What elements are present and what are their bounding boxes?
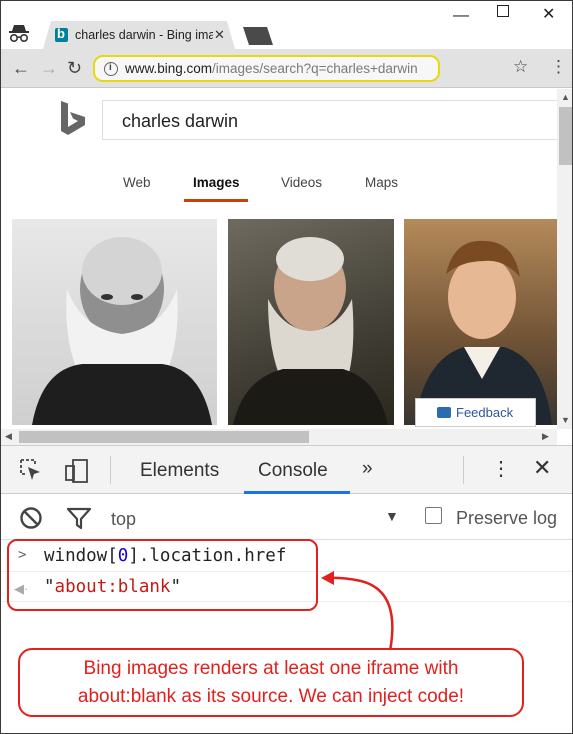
- bing-page: charles darwin Web Images Videos Maps Fe…: [1, 89, 557, 429]
- portrait-young-man-image: [414, 240, 552, 425]
- divider: [463, 456, 464, 484]
- reload-icon[interactable]: ↻: [67, 58, 82, 79]
- scroll-up-icon[interactable]: ▲: [561, 92, 570, 102]
- tab-console[interactable]: Console: [258, 460, 328, 482]
- search-input[interactable]: charles darwin: [102, 100, 557, 140]
- back-icon[interactable]: ←: [12, 58, 30, 79]
- horizontal-scroll-thumb[interactable]: [19, 431, 309, 443]
- inspect-element-icon[interactable]: [19, 458, 43, 482]
- scope-web[interactable]: Web: [123, 175, 151, 190]
- feedback-icon: [437, 407, 451, 418]
- annotation-callout: Bing images renders at least one iframe …: [18, 648, 524, 717]
- portrait-old-man-image: [32, 237, 212, 425]
- preserve-log-checkbox[interactable]: [425, 507, 442, 524]
- devtools-close-icon[interactable]: ✕: [533, 455, 551, 481]
- site-info-icon[interactable]: [104, 62, 118, 76]
- search-query: charles darwin: [122, 111, 239, 131]
- feedback-button[interactable]: Feedback: [415, 398, 536, 427]
- portrait-color-old-man-image: [233, 237, 388, 425]
- browser-menu-icon[interactable]: ⋮: [550, 57, 567, 77]
- bing-logo-icon[interactable]: [59, 101, 87, 137]
- forward-icon[interactable]: →: [40, 58, 58, 79]
- scope-maps[interactable]: Maps: [365, 175, 398, 190]
- annotation-line-1: Bing images renders at least one iframe …: [83, 658, 459, 679]
- maximize-icon[interactable]: [497, 5, 509, 17]
- chevron-down-icon[interactable]: ▼: [385, 508, 399, 524]
- browser-window: charles darwin - Bing ima ✕ — ✕ ← → ↻ ww…: [0, 0, 573, 734]
- scope-images[interactable]: Images: [193, 175, 240, 190]
- horizontal-scrollbar[interactable]: ◀ ▶: [1, 429, 557, 445]
- tab-elements[interactable]: Elements: [140, 460, 219, 482]
- address-bar[interactable]: www.bing.com/images/search?q=charles+dar…: [93, 55, 440, 82]
- incognito-icon: [9, 25, 29, 43]
- feedback-label: Feedback: [456, 405, 514, 420]
- devtools-tabbar: Elements Console » ⋮ ✕: [1, 446, 572, 494]
- url-text: www.bing.com/images/search?q=charles+dar…: [125, 61, 418, 76]
- device-toolbar-icon[interactable]: [64, 458, 90, 484]
- clear-console-icon[interactable]: [19, 506, 43, 530]
- bookmark-star-icon[interactable]: ☆: [513, 57, 528, 77]
- divider: [110, 456, 111, 484]
- tab-close-icon[interactable]: ✕: [214, 27, 225, 43]
- vertical-scroll-thumb[interactable]: [559, 107, 572, 165]
- image-result[interactable]: [12, 219, 217, 425]
- annotation-text: Bing images renders at least one iframe …: [20, 655, 522, 711]
- console-toolbar: top ▼ Preserve log: [1, 494, 572, 540]
- minimize-icon[interactable]: —: [453, 7, 469, 25]
- image-result[interactable]: [228, 219, 394, 425]
- image-result[interactable]: [404, 219, 557, 425]
- scroll-down-icon[interactable]: ▼: [561, 415, 570, 425]
- tab-title: charles darwin - Bing ima: [75, 28, 213, 42]
- devtools-menu-icon[interactable]: ⋮: [491, 456, 511, 481]
- highlight-box: [7, 539, 318, 611]
- context-selector[interactable]: top: [111, 509, 136, 530]
- annotation-line-2: about:blank as its source. We can inject…: [77, 686, 465, 707]
- scroll-right-icon[interactable]: ▶: [542, 431, 549, 442]
- new-tab-button[interactable]: [243, 27, 273, 45]
- scope-videos[interactable]: Videos: [281, 175, 322, 190]
- preserve-log-label: Preserve log: [456, 508, 558, 528]
- tab-bing-images[interactable]: charles darwin - Bing ima ✕: [43, 21, 235, 49]
- bing-favicon-icon: [55, 26, 68, 42]
- filter-icon[interactable]: [66, 506, 92, 530]
- window-close-icon[interactable]: ✕: [542, 4, 555, 24]
- more-tabs-icon[interactable]: »: [362, 458, 373, 480]
- vertical-scrollbar[interactable]: ▲ ▼: [557, 89, 572, 429]
- scroll-left-icon[interactable]: ◀: [5, 431, 12, 442]
- browser-toolbar: ← → ↻ www.bing.com/images/search?q=charl…: [1, 49, 572, 88]
- active-scope-indicator: [184, 199, 248, 202]
- tab-strip: charles darwin - Bing ima ✕ — ✕: [1, 1, 572, 49]
